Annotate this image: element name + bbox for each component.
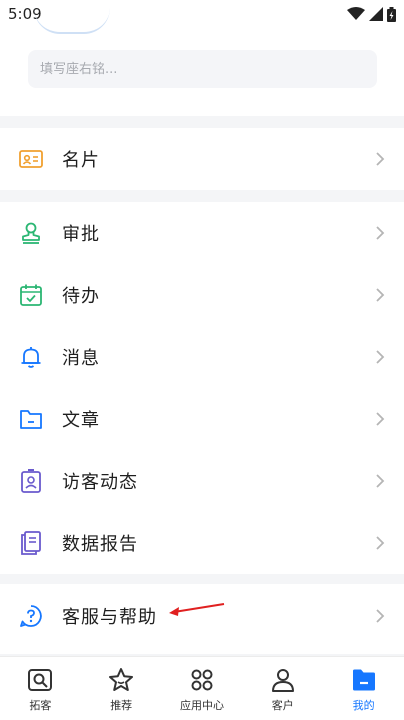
chevron-right-icon (376, 609, 385, 623)
menu-item-label: 访客动态 (62, 472, 138, 493)
annotation-arrow-icon (169, 603, 225, 616)
tab-label: 推荐 (110, 699, 133, 712)
tab-customers[interactable]: 客户 (243, 666, 323, 713)
chevron-right-icon (376, 536, 385, 550)
chevron-right-icon (376, 288, 385, 302)
bell-icon (18, 344, 44, 370)
tab-prospect[interactable]: 拓客 (0, 666, 80, 713)
stamp-icon (18, 220, 44, 246)
menu-item-data-report[interactable]: 数据报告 (0, 512, 404, 574)
tab-label: 拓客 (29, 699, 52, 712)
profile-card (0, 28, 404, 116)
wifi-icon (347, 7, 365, 20)
menu-item-visitor-activity[interactable]: 访客动态 (0, 450, 404, 512)
menu-group-card: 名片 (0, 128, 404, 190)
folder-icon (18, 406, 44, 432)
menu-item-label: 文章 (62, 410, 100, 431)
tab-label: 客户 (271, 699, 294, 712)
star-icon (107, 666, 135, 694)
chevron-right-icon (376, 474, 385, 488)
calendar-check-icon (18, 282, 44, 308)
cell-signal-icon (369, 7, 383, 21)
search-prospect-icon (26, 666, 54, 694)
menu-item-articles[interactable]: 文章 (0, 388, 404, 450)
tab-mine[interactable]: 我的 (324, 666, 404, 713)
avatar[interactable] (34, 8, 110, 34)
menu-group-main: 审批 待办 消息 文章 访客动态 数据报告 (0, 202, 404, 574)
menu-item-label: 名片 (62, 150, 100, 171)
bottom-tab-bar: 拓客 推荐 应用中心 客户 我的 (0, 656, 404, 720)
menu-item-label: 审批 (62, 224, 100, 245)
report-icon (18, 530, 44, 556)
help-circle-icon (18, 603, 44, 629)
status-icons (347, 6, 396, 22)
menu-item-label: 消息 (62, 348, 100, 369)
menu-item-label: 数据报告 (62, 534, 138, 555)
business-card-icon (18, 146, 44, 172)
battery-icon (387, 6, 396, 22)
my-folder-icon (350, 666, 378, 694)
chevron-right-icon (376, 350, 385, 364)
menu-item-approval[interactable]: 审批 (0, 202, 404, 264)
chevron-right-icon (376, 152, 385, 166)
chevron-right-icon (376, 412, 385, 426)
chevron-right-icon (376, 226, 385, 240)
tab-app-center[interactable]: 应用中心 (162, 666, 242, 713)
menu-item-messages[interactable]: 消息 (0, 326, 404, 388)
signature-input[interactable] (28, 50, 377, 88)
tab-recommend[interactable]: 推荐 (81, 666, 161, 713)
person-icon (269, 666, 297, 694)
menu-item-todo[interactable]: 待办 (0, 264, 404, 326)
menu-item-label: 待办 (62, 286, 100, 307)
tab-label: 应用中心 (179, 699, 224, 712)
tab-label: 我的 (352, 699, 375, 712)
app-grid-icon (188, 666, 216, 694)
visitor-badge-icon (18, 468, 44, 494)
menu-item-card[interactable]: 名片 (0, 128, 404, 190)
